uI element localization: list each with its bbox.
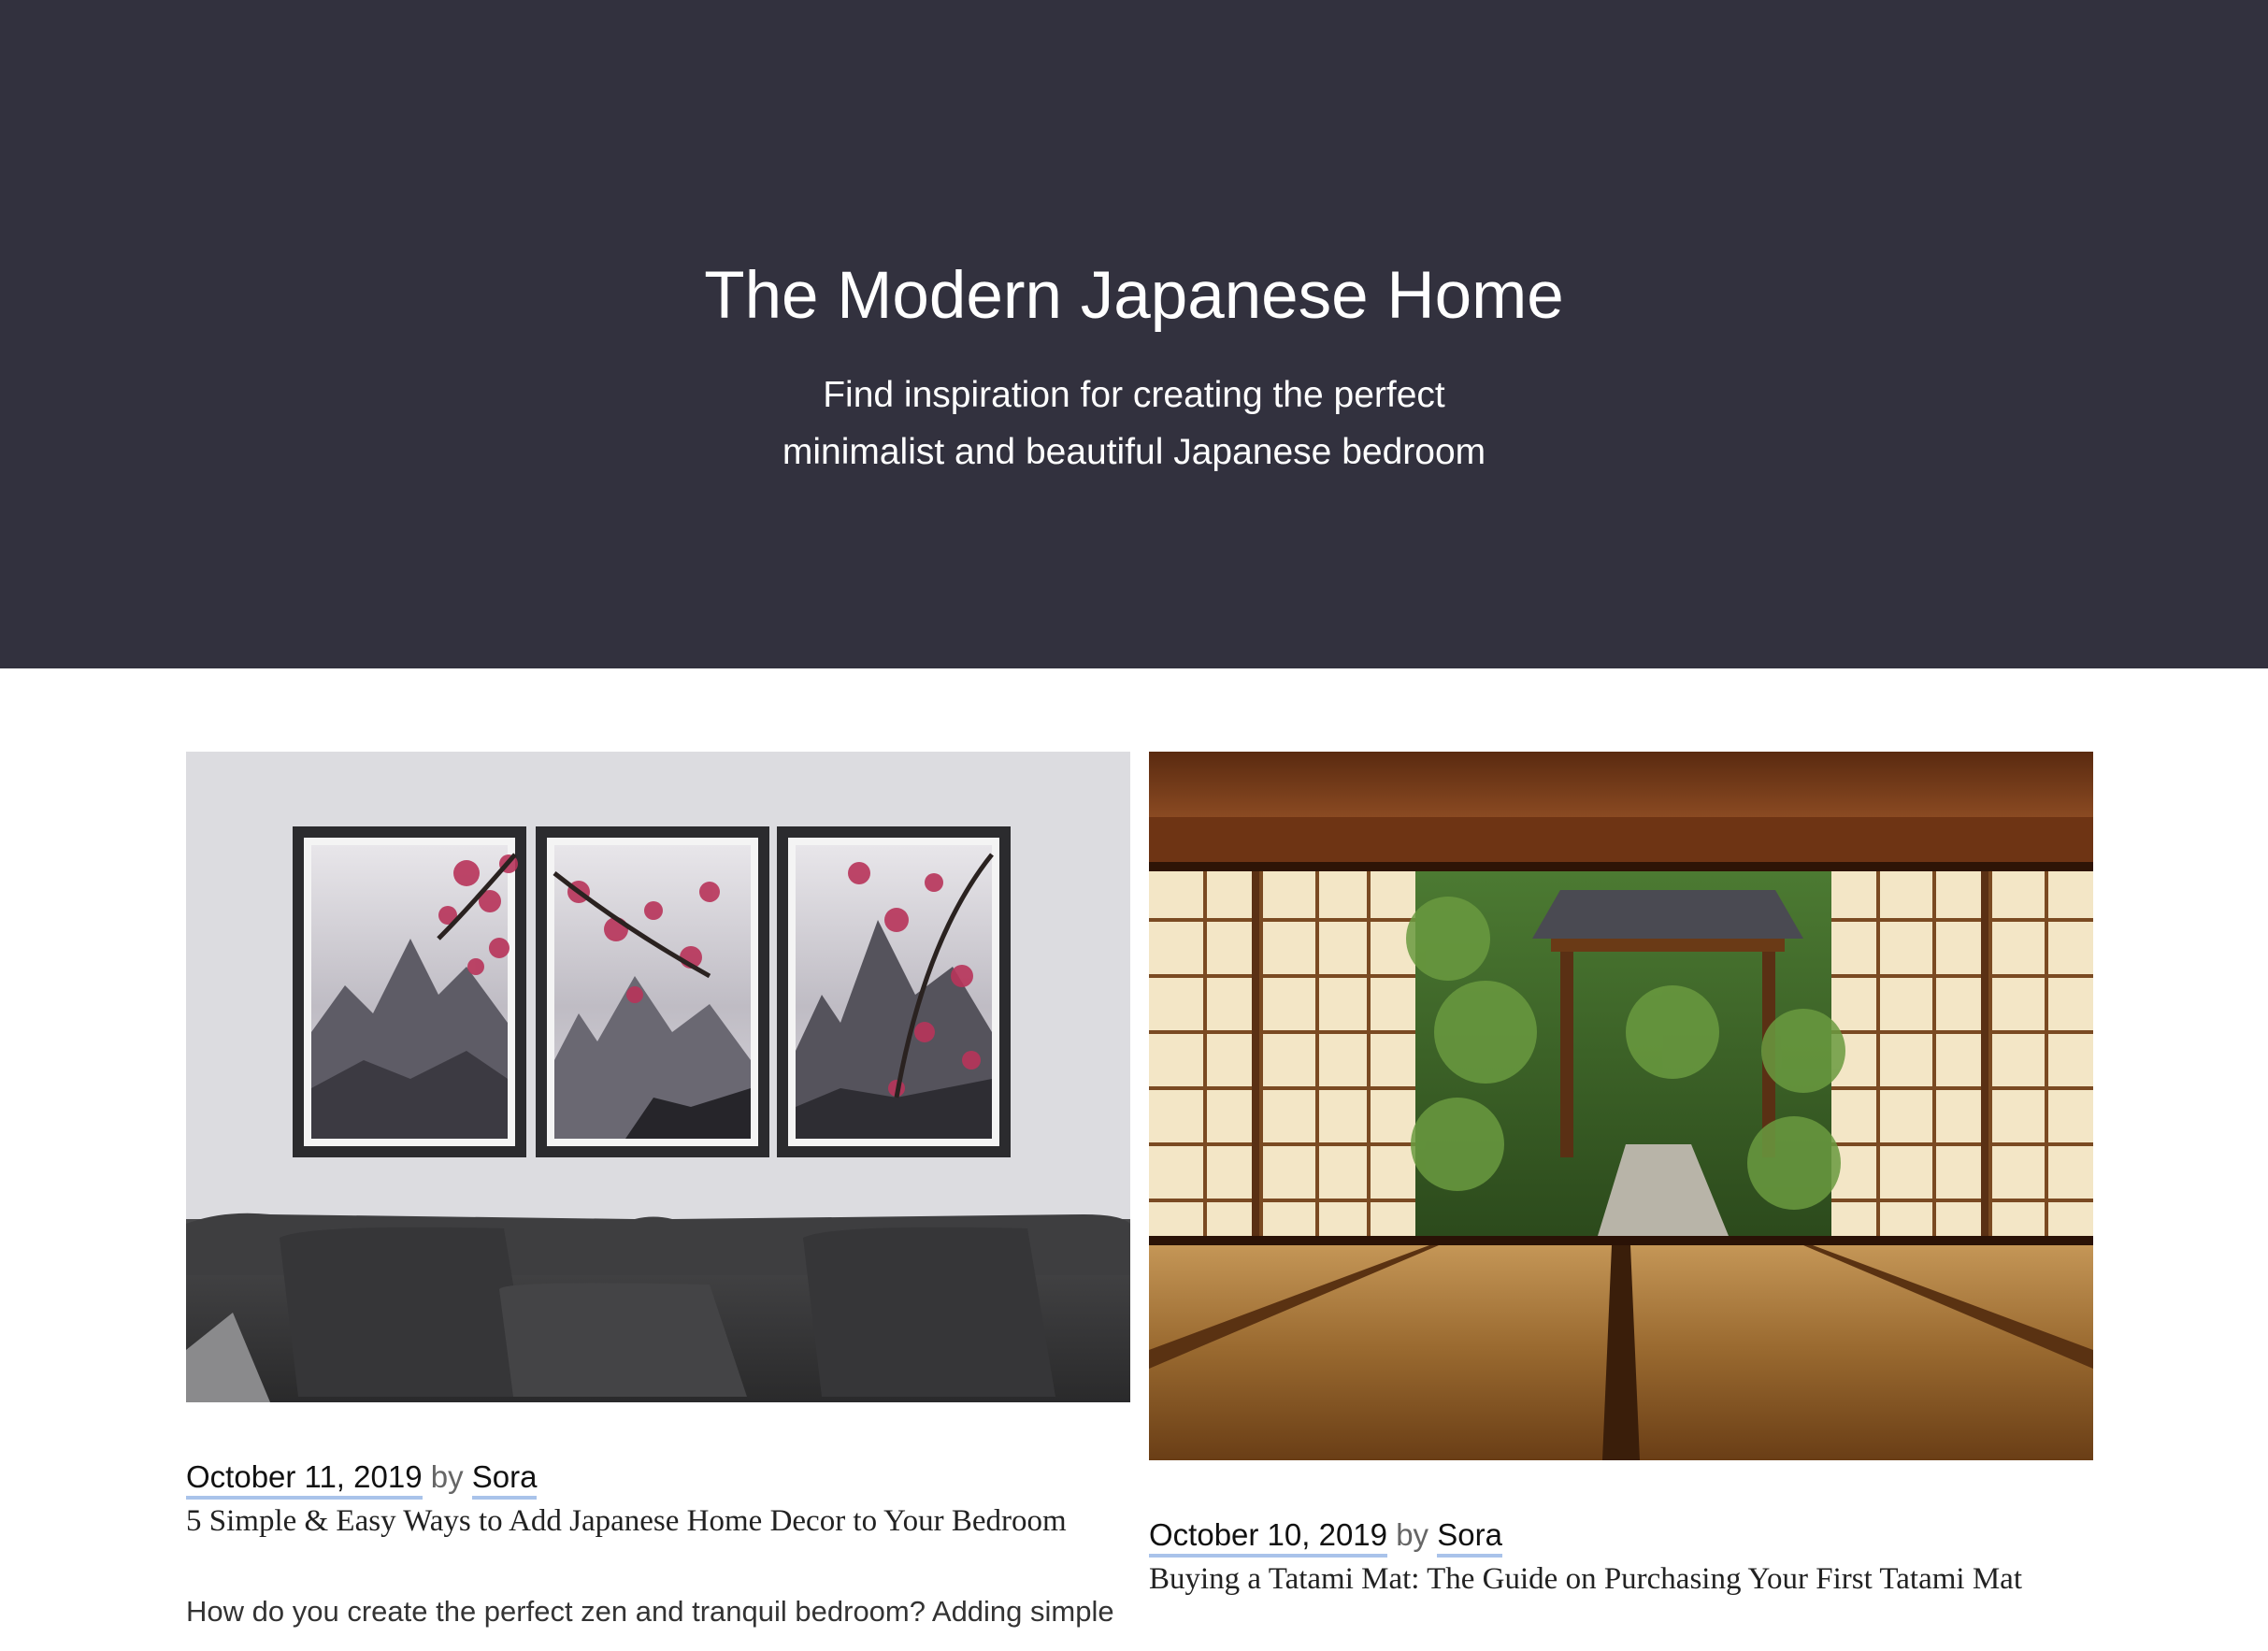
post-meta: October 11, 2019 by Sora: [186, 1457, 1130, 1500]
post-meta: October 10, 2019 by Sora: [1149, 1515, 2093, 1558]
post-title-link[interactable]: Buying a Tatami Mat: The Guide on Purcha…: [1149, 1558, 2093, 1601]
site-header: The Modern Japanese Home Find inspiratio…: [0, 0, 2268, 668]
site-title[interactable]: The Modern Japanese Home: [0, 254, 2268, 338]
post-card: October 10, 2019 by Sora Buying a Tatami…: [1149, 752, 2093, 1601]
site-tagline: Find inspiration for creating the perfec…: [0, 366, 2268, 481]
tatami-room-image: [1149, 752, 2093, 1460]
tagline-line-2: minimalist and beautiful Japanese bedroo…: [782, 432, 1486, 472]
post-author-link[interactable]: Sora: [1437, 1517, 1502, 1558]
post-title-link[interactable]: 5 Simple & Easy Ways to Add Japanese Hom…: [186, 1500, 1130, 1543]
byline-text: by: [1396, 1517, 1429, 1552]
cherry-blossom-triptych-image: [186, 752, 1130, 1402]
post-card: October 11, 2019 by Sora 5 Simple & Easy…: [186, 752, 1130, 1632]
post-thumbnail-link[interactable]: [1149, 752, 2093, 1460]
post-date-link[interactable]: October 10, 2019: [1149, 1517, 1388, 1558]
post-thumbnail-link[interactable]: [186, 752, 1130, 1402]
byline-text: by: [430, 1459, 464, 1494]
tagline-line-1: Find inspiration for creating the perfec…: [823, 375, 1445, 415]
post-date-link[interactable]: October 11, 2019: [186, 1459, 423, 1500]
post-author-link[interactable]: Sora: [471, 1459, 538, 1500]
post-excerpt: How do you create the perfect zen and tr…: [186, 1595, 1114, 1628]
